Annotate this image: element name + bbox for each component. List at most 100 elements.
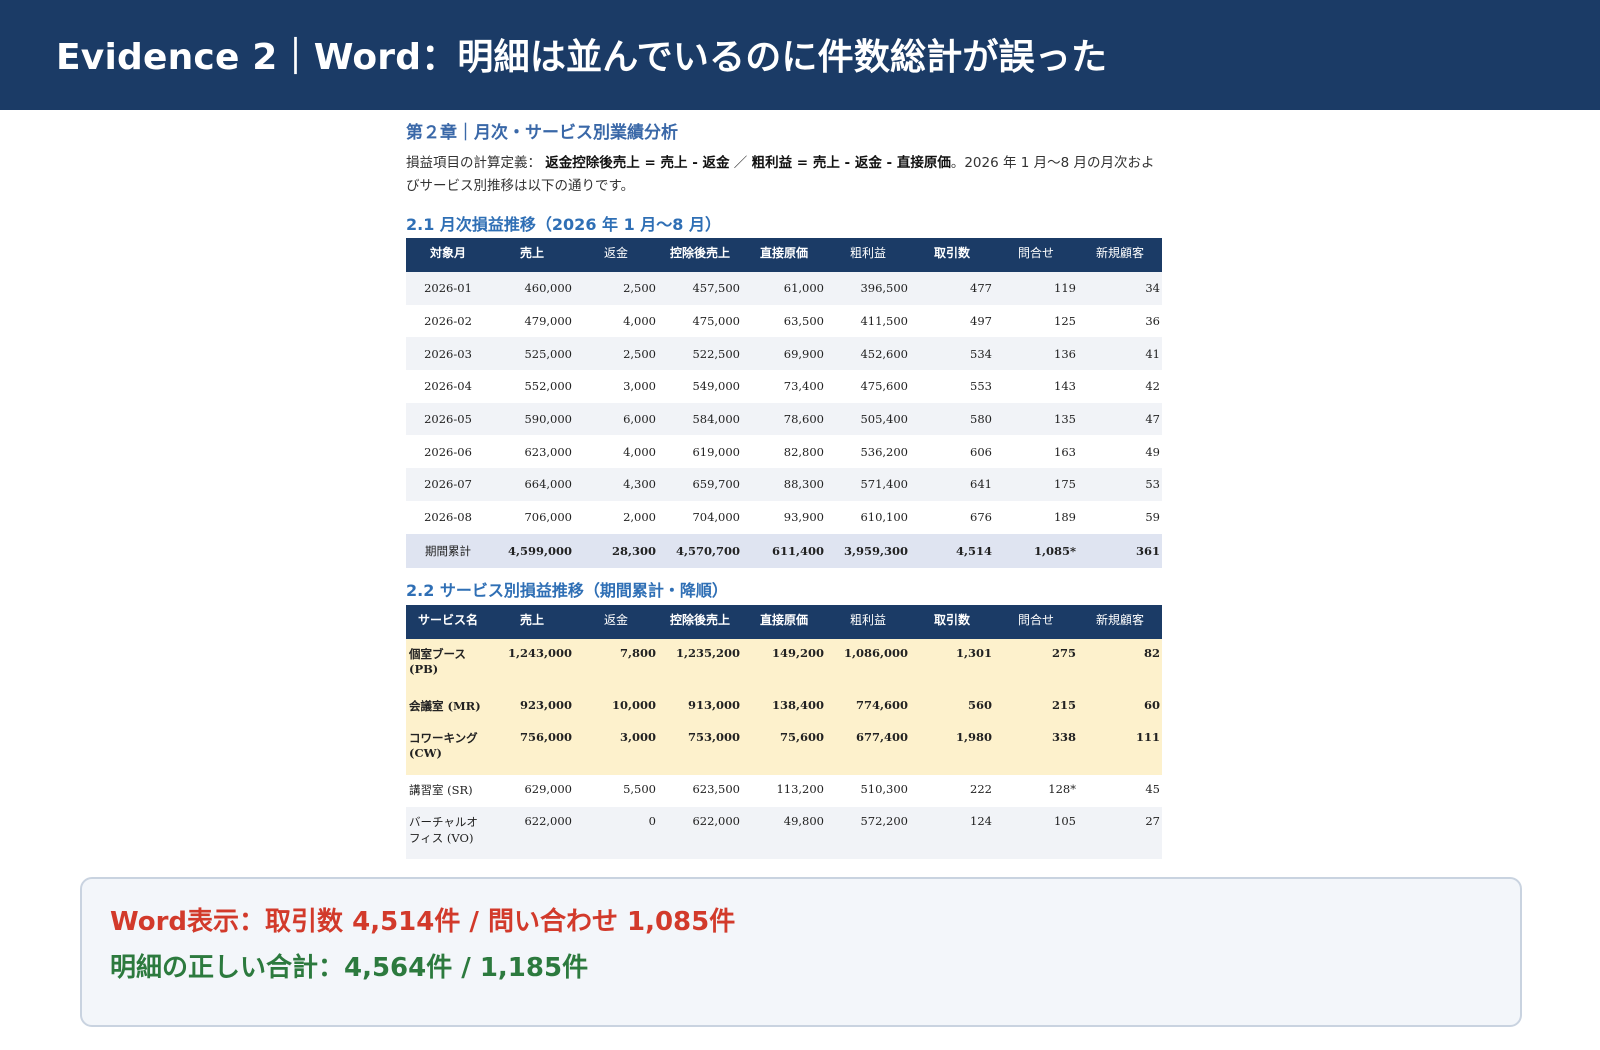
value-cell: 222 [970,782,992,796]
value-cell: 923,000 [490,691,574,723]
value-cell: 338 [994,723,1078,775]
value-cell: 36 [1145,314,1160,329]
value-cell: 113,200 [776,782,824,796]
value-cell: 135 [994,402,1078,436]
row-label-cell: 講習室 (SR) [409,783,473,797]
value-cell: 677,400 [826,723,910,775]
value-cell: 477 [910,272,994,305]
calculation-definition: 損益項目の計算定義： 返金控除後売上 = 売上 - 返金 ／ 粗利益 = 売上 … [406,152,1162,198]
value-cell: 2,500 [574,272,658,305]
table-row: 個室ブース (PB) 1,243,000 7,800 1,235,200 149,200… [406,639,1162,691]
value-cell: 460,000 [490,272,574,305]
value-cell: 4,000 [623,314,656,329]
value-cell: 53 [1078,468,1162,501]
value-cell: 69,900 [742,337,826,371]
value-cell: 580 [910,402,994,436]
definition-term-gross-profit: 粗利益 = 売上 - 返金 - 直接原価 [751,155,951,171]
table-row: 2026-08 706,000 2,000 704,000 93,900 610,100 6… [406,501,1162,534]
value-cell: 136 [994,337,1078,371]
value-cell: 111 [1078,723,1162,775]
value-cell: 411,500 [860,314,908,329]
value-cell: 47 [1078,402,1162,436]
col-header: 問合せ [994,605,1078,639]
correct-detail-totals: 明細の正しい合計：4,564件 / 1,185件 [110,953,589,983]
row-label-cell: バーチャルオフィス (VO) [406,807,490,859]
value-cell: 49 [1145,444,1160,459]
value-cell: 41 [1078,337,1162,371]
value-cell: 3,959,300 [826,533,910,568]
col-header: 直接原価 [742,238,826,272]
value-cell: 505,400 [826,402,910,436]
word-displayed-totals: Word表示：取引数 4,514件 / 問い合わせ 1,085件 [110,907,736,937]
value-cell: 553 [970,379,992,394]
value-cell: 4,599,000 [490,533,574,568]
value-cell: 149,200 [742,639,826,691]
col-header: 問合せ [994,238,1078,272]
value-cell: 27 [1078,807,1162,859]
row-label-cell: 会議室 (MR) [406,691,490,723]
value-cell: 606 [970,444,992,459]
value-cell: 3,000 [623,379,656,394]
section-title-service: 2.2 サービス別損益推移（期間累計・降順） [406,581,728,600]
col-header: 返金 [574,238,658,272]
value-cell: 452,600 [826,337,910,371]
banner-title: Evidence 2｜Word：明細は並んでいるのに件数総計が誤った [0,0,1600,110]
value-cell: 189 [1054,510,1076,525]
value-cell: 479,000 [524,314,572,329]
table-row: 会議室 (MR) 923,000 10,000 913,000 138,400 774,6… [406,691,1162,723]
value-cell: 704,000 [692,510,740,525]
table-row: 2026-07 664,000 4,300 659,700 88,300 571,400 6… [406,468,1162,501]
value-cell: 28,300 [574,533,658,568]
col-header: 対象月 [406,238,490,272]
value-cell: 60 [1078,691,1162,723]
value-cell: 572,200 [826,807,910,859]
value-cell: 0 [574,807,658,859]
value-cell: 2,000 [623,510,656,525]
value-cell: 82 [1078,639,1162,691]
service-table-header: サービス名 売上 返金 控除後売上 直接原価 粗利益 取引数 問合せ 新規顧客 [406,605,1162,639]
value-cell: 5,500 [623,782,656,796]
value-cell: 4,000 [623,444,656,459]
section-title-monthly: 2.1 月次損益推移（2026 年 1 月〜8 月） [406,215,721,234]
value-cell: 49,800 [742,807,826,859]
value-cell: 7,800 [574,639,658,691]
value-cell: 361 [1078,533,1162,568]
value-cell: 63,500 [783,314,824,329]
row-label-cell: 2026-01 [406,272,490,305]
value-cell: 623,000 [524,444,572,459]
row-label-cell: 2026-07 [406,468,490,501]
value-cell: 1,243,000 [490,639,574,691]
row-label-cell: 2026-04 [424,379,472,394]
value-cell: 457,500 [658,272,742,305]
value-cell: 913,000 [658,691,742,723]
col-header: 粗利益 [826,238,910,272]
value-cell: 128* [1048,782,1076,796]
value-cell: 534 [910,337,994,371]
table-row: 2026-02 479,000 4,000 475,000 63,500 411,500 4… [406,305,1162,338]
table-row: 2026-06 623,000 4,000 619,000 82,800 536,200 6… [406,435,1162,468]
col-header: 新規顧客 [1078,605,1162,639]
value-cell: 61,000 [742,272,826,305]
value-cell: 536,200 [860,444,908,459]
definition-prefix: 損益項目の計算定義： [406,155,541,171]
col-header: 新規顧客 [1078,238,1162,272]
total-row: 期間累計 4,599,000 28,300 4,570,700 611,400 3,959… [406,533,1162,568]
value-cell: 4,300 [574,468,658,501]
value-cell: 629,000 [524,782,572,796]
table-row: 2026-04 552,000 3,000 549,000 73,400 475,600 5… [406,370,1162,403]
value-cell: 75,600 [742,723,826,775]
definition-separator: ／ [729,155,752,171]
table-row: 2026-03 525,000 2,500 522,500 69,900 452,600 5… [406,337,1162,371]
col-header: 粗利益 [826,605,910,639]
col-header: 返金 [574,605,658,639]
value-cell: 59 [1145,510,1160,525]
value-cell: 6,000 [574,402,658,436]
value-cell: 549,000 [692,379,740,394]
value-cell: 590,000 [490,402,574,436]
col-header: 控除後売上 [658,605,742,639]
value-cell: 45 [1145,782,1160,796]
word-document-excerpt: 第２章｜月次・サービス別業績分析 損益項目の計算定義： 返金控除後売上 = 売上… [406,110,1162,880]
value-cell: 119 [994,272,1078,305]
value-cell: 619,000 [692,444,740,459]
table-row: 2026-01 460,000 2,500 457,500 61,000 396,500 4… [406,272,1162,305]
